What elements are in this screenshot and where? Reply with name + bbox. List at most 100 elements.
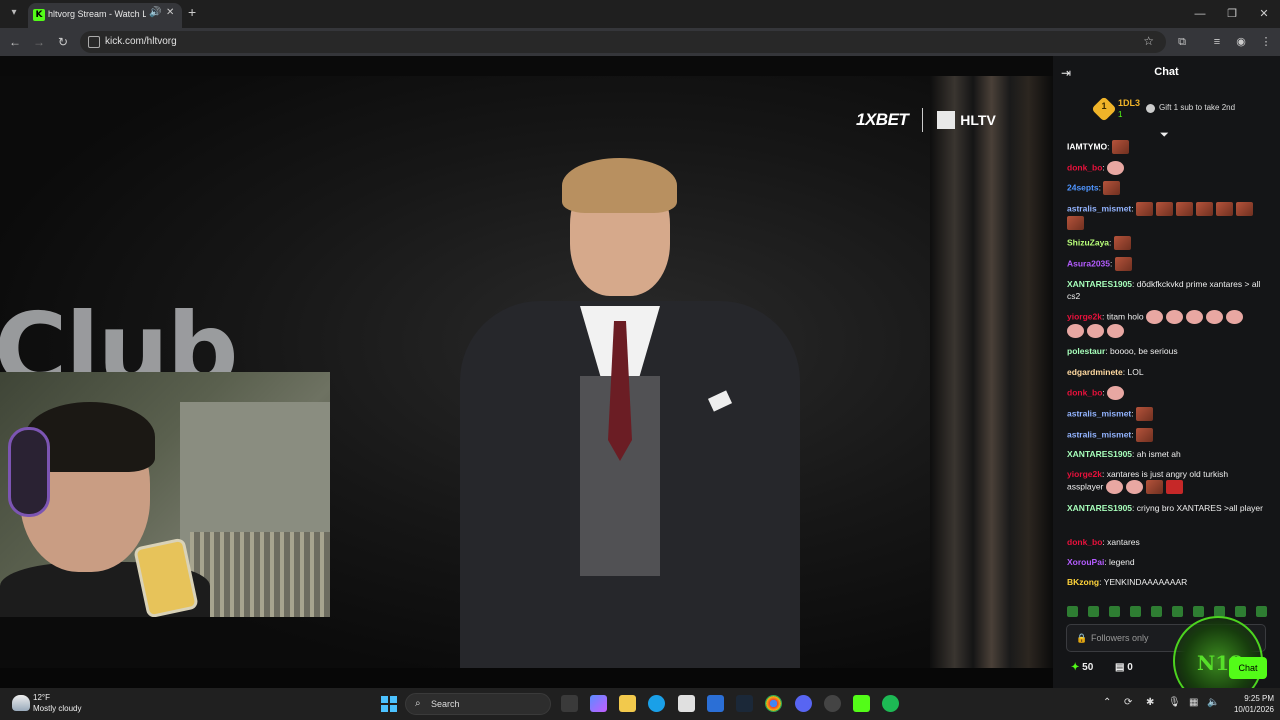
browser-menu-icon[interactable]: ⋮ (1258, 34, 1274, 50)
app-icon[interactable] (824, 695, 841, 712)
emote-icon[interactable] (1130, 606, 1141, 617)
tab-title: hltvorg Stream - Watch Live (48, 9, 146, 19)
chat-text: criyng bro XANTARES >all player (1136, 503, 1263, 513)
chat-username[interactable]: edgardminete (1067, 367, 1123, 377)
task-view-icon[interactable] (561, 695, 578, 712)
edge-icon[interactable] (648, 695, 665, 712)
network-icon[interactable]: ▦ (1189, 697, 1198, 708)
microphone-icon[interactable]: 🎙 (1168, 697, 1181, 708)
reload-icon[interactable]: ↻ (55, 34, 71, 50)
video-bottom-bar (0, 668, 1053, 688)
chat-message: astralis_mismet: (1067, 202, 1265, 230)
volume-icon[interactable]: 🔈 (1207, 697, 1219, 708)
chat-username[interactable]: 24septs (1067, 182, 1099, 192)
emote-icon[interactable] (1172, 606, 1183, 617)
chat-username[interactable]: astralis_mismet (1067, 429, 1131, 439)
copilot-icon[interactable] (590, 695, 607, 712)
store-button[interactable]: ▤ 0 (1115, 662, 1133, 673)
emote-icon[interactable] (1067, 606, 1078, 617)
taskbar-clock[interactable]: 9:25 PM 10/01/2026 (1224, 693, 1274, 715)
steam-icon[interactable] (736, 695, 753, 712)
emote-icon (1107, 324, 1124, 338)
windows-start-icon[interactable] (381, 696, 397, 712)
chat-username[interactable]: donk_bo (1067, 387, 1102, 397)
chat-username[interactable]: XorouPai (1067, 557, 1104, 567)
weather-cloud-icon[interactable] (12, 695, 30, 711)
emote-icon[interactable] (1151, 606, 1162, 617)
gift-icon (1146, 104, 1155, 113)
new-tab-icon[interactable]: + (188, 5, 196, 19)
close-tab-icon[interactable]: ✕ (166, 7, 174, 18)
tab-search-icon[interactable]: ▾ (6, 5, 22, 21)
chat-messages: IAMTYMO: donk_bo: 24septs: astralis_mism… (1053, 140, 1280, 606)
chat-username[interactable]: yiorge2k (1067, 469, 1102, 479)
bookmark-star-icon[interactable]: ☆ (1143, 34, 1154, 48)
store-icon: ▤ (1115, 662, 1125, 673)
channel-points[interactable]: ✦ 50 (1071, 662, 1093, 673)
chat-username[interactable]: Asura2035 (1067, 258, 1110, 268)
url-field[interactable]: kick.com/hltvorg ☆ (80, 31, 1166, 53)
close-window-icon[interactable]: ✕ (1248, 0, 1280, 28)
chat-username[interactable]: BKzong (1067, 577, 1099, 587)
chat-username[interactable]: donk_bo (1067, 537, 1102, 547)
address-bar: ← → ↻ kick.com/hltvorg ☆ ⧉ ≡ ◉ ⋮ (0, 28, 1280, 56)
points-value: 50 (1082, 662, 1094, 673)
points-icon: ✦ (1071, 662, 1080, 673)
speaker-icon[interactable]: 🔊 (149, 7, 161, 18)
chat-message: IAMTYMO: (1067, 140, 1265, 154)
emote-icon (1196, 202, 1213, 216)
send-chat-button[interactable]: Chat (1229, 657, 1267, 679)
store-app-icon[interactable] (678, 695, 695, 712)
chat-text: boooo, be serious (1110, 346, 1178, 356)
chat-username[interactable]: polestaur (1067, 346, 1105, 356)
video-player[interactable]: Club 1XBET HLTV (0, 56, 1053, 688)
mail-icon[interactable] (707, 695, 724, 712)
emote-icon[interactable] (1109, 606, 1120, 617)
chat-username[interactable]: astralis_mismet (1067, 203, 1131, 213)
chat-username[interactable]: XANTARES1905 (1067, 449, 1132, 459)
chat-username[interactable]: XANTARES1905 (1067, 279, 1132, 289)
weather-condition[interactable]: Mostly cloudy (33, 704, 81, 713)
emote-icon[interactable] (1235, 606, 1246, 617)
search-icon: ⌕ (415, 698, 421, 709)
minimize-icon[interactable]: — (1184, 0, 1216, 28)
extensions-icon[interactable]: ⧉ (1174, 34, 1190, 50)
chat-username[interactable]: astralis_mismet (1067, 408, 1131, 418)
bluetooth-icon[interactable]: ✱ (1146, 697, 1154, 708)
spotify-icon[interactable] (882, 695, 899, 712)
chat-message: 24septs: (1067, 181, 1265, 195)
site-info-icon[interactable] (88, 36, 100, 48)
chat-message: Asura2035: (1067, 257, 1265, 271)
kick-favicon-icon: K (33, 9, 45, 21)
clock-time: 9:25 PM (1244, 694, 1274, 703)
chat-username[interactable]: XANTARES1905 (1067, 503, 1132, 513)
tray-overflow-icon[interactable]: ⌃ (1103, 697, 1111, 708)
stage-curtain (930, 76, 1053, 668)
file-explorer-icon[interactable] (619, 695, 636, 712)
back-icon[interactable]: ← (7, 34, 23, 50)
chrome-icon[interactable] (765, 695, 782, 712)
emote-icon[interactable] (1088, 606, 1099, 617)
kick-app-icon[interactable] (853, 695, 870, 712)
media-control-icon[interactable]: ≡ (1209, 34, 1225, 50)
discord-icon[interactable] (795, 695, 812, 712)
emote-icon (1105, 480, 1123, 494)
chat-message: edgardminete: LOL (1067, 366, 1265, 378)
emote-icon (1156, 202, 1173, 216)
emote-icon[interactable] (1193, 606, 1204, 617)
chat-username[interactable]: donk_bo (1067, 162, 1102, 172)
chat-username[interactable]: yiorge2k (1067, 311, 1102, 321)
emote-icon (1185, 310, 1203, 324)
restore-icon[interactable]: ❐ (1216, 0, 1248, 28)
chat-username[interactable]: IAMTYMO (1067, 141, 1107, 151)
weather-temperature[interactable]: 12°F (33, 693, 50, 702)
chat-message: yiorge2k: xantares is just angry old tur… (1067, 468, 1265, 494)
sync-icon[interactable]: ⟳ (1124, 697, 1132, 708)
profile-icon[interactable]: ◉ (1233, 34, 1249, 50)
forward-icon[interactable]: → (31, 34, 47, 50)
taskbar-search[interactable]: ⌕ Search (405, 693, 551, 715)
emote-icon[interactable] (1256, 606, 1267, 617)
chat-text: YENKINDAAAAAAAR (1103, 577, 1188, 587)
browser-tab[interactable]: K hltvorg Stream - Watch Live 🔊 ✕ (28, 3, 182, 28)
chat-username[interactable]: ShizuZaya (1067, 237, 1109, 247)
